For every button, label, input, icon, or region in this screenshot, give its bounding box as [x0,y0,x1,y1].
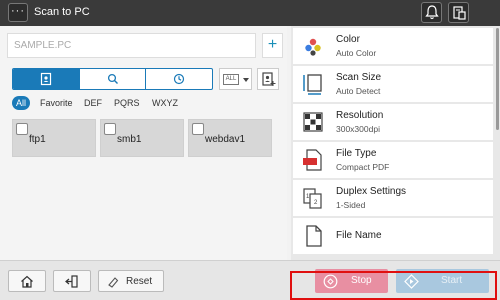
index-tab-wxyz[interactable]: WXYZ [152,96,178,110]
home-icon [21,275,33,288]
destination-name: ftp1 [29,134,46,145]
destination-input[interactable]: SAMPLE.PC [7,33,256,58]
chevron-down-icon [243,78,249,82]
setting-file-type[interactable]: File Type Compact PDF [293,142,493,178]
start-button[interactable]: Start [396,269,489,293]
setting-resolution[interactable]: Resolution 300x300dpi [293,104,493,140]
stop-button[interactable]: Stop [315,269,388,293]
logout-button[interactable] [53,270,91,292]
logout-icon [65,275,78,288]
destination-name: smb1 [117,134,142,145]
device-status-icon[interactable] [448,2,469,23]
index-tab-def[interactable]: DEF [84,96,102,110]
search-icon [107,73,118,84]
bell-icon[interactable] [421,2,442,23]
index-tab-pqrs[interactable]: PQRS [114,96,140,110]
destination-card[interactable]: smb1 [100,119,184,157]
settings-scrollbar[interactable] [496,28,499,130]
duplex-icon: 12 [303,188,322,209]
destination-checkbox[interactable] [104,123,116,135]
search-mode-tabs [12,68,213,90]
destination-name: webdav1 [205,134,246,145]
settings-panel: Color Auto Color Scan Size Auto Detect R… [291,26,500,260]
color-icon [305,38,321,56]
setting-name: File Type [336,148,377,159]
file-name-icon [306,225,322,247]
setting-file-name[interactable]: File Name [293,218,493,254]
start-label: Start [441,275,463,286]
title-bar: ··· Scan to PC [0,0,500,26]
setting-value: Compact PDF [336,162,390,172]
app-title: Scan to PC [34,6,90,18]
setting-name: Resolution [336,110,384,121]
start-icon [404,273,419,289]
setting-value: 1-Sided [336,200,366,210]
scan-size-icon [303,74,322,95]
bottom-bar: Reset Stop Start [0,260,500,300]
menu-button[interactable]: ··· [8,3,28,22]
destination-checkbox[interactable] [192,123,204,135]
destination-panel: SAMPLE.PC + ALL All Favorite DEF PQRS WX… [0,26,287,260]
setting-value: Auto Detect [336,86,381,96]
destination-checkbox[interactable] [16,123,28,135]
tab-history[interactable] [145,69,212,89]
setting-name: Color [336,34,360,45]
setting-name: Duplex Settings [336,186,407,197]
setting-name: Scan Size [336,72,382,83]
index-tab-all[interactable]: All [12,96,31,110]
home-button[interactable] [8,270,46,292]
stop-label: Stop [351,275,372,286]
stop-icon [323,274,338,288]
history-clock-icon [174,73,185,85]
destination-card[interactable]: ftp1 [12,119,96,157]
pdf-file-icon [303,149,322,171]
resolution-icon [303,112,323,132]
address-book-icon [40,72,51,86]
address-register-button[interactable] [257,68,279,90]
filter-dropdown[interactable]: ALL [219,68,252,90]
add-destination-button[interactable]: + [262,33,283,58]
filter-selected: ALL [223,74,239,85]
reset-button[interactable]: Reset [98,270,164,292]
setting-color[interactable]: Color Auto Color [293,28,493,64]
eraser-icon [108,277,119,288]
address-register-icon [262,72,276,86]
index-tab-favorite[interactable]: Favorite [40,96,73,110]
tab-address-book[interactable] [13,69,79,89]
setting-scan-size[interactable]: Scan Size Auto Detect [293,66,493,102]
reset-label: Reset [126,276,153,287]
setting-duplex[interactable]: 12 Duplex Settings 1-Sided [293,180,493,216]
destination-card[interactable]: webdav1 [188,119,272,157]
setting-value: 300x300dpi [336,124,380,134]
tab-search[interactable] [78,69,146,89]
setting-name: File Name [336,230,382,241]
setting-value: Auto Color [336,48,377,58]
